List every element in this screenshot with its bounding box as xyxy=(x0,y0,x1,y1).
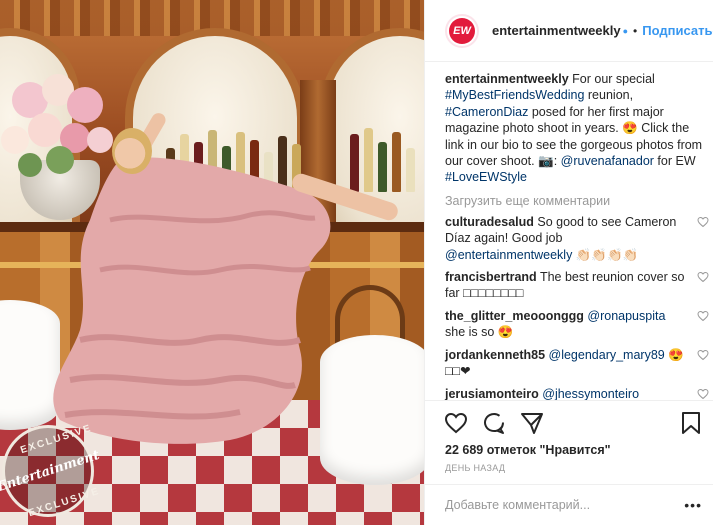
mention-link[interactable]: @entertainmentweekly xyxy=(445,248,572,262)
comment-username[interactable]: jordankenneth85 xyxy=(445,348,545,362)
likes-count[interactable]: 22 689 отметок "Нравится" xyxy=(445,443,611,457)
comment-like-heart-icon[interactable] xyxy=(697,271,709,283)
comments-list[interactable]: entertainmentweekly For our special #MyB… xyxy=(425,62,713,400)
post-caption: entertainmentweekly For our special #MyB… xyxy=(445,71,707,186)
header-separator: • xyxy=(633,23,638,38)
share-icon[interactable] xyxy=(519,410,545,436)
comment-tail: 👏🏻👏🏻👏🏻👏🏻 xyxy=(572,247,639,262)
mention-link[interactable]: @ronapuspita xyxy=(587,309,665,323)
post-actions-bar xyxy=(425,400,713,444)
comment-input[interactable] xyxy=(445,498,685,512)
camera-emoji: 📷 xyxy=(538,154,554,169)
comment-item: francisbertrand The best reunion cover s… xyxy=(445,269,709,302)
follow-button[interactable]: Подписаться xyxy=(642,23,713,38)
comment-item: culturadesalud So good to see Cameron Dí… xyxy=(445,214,709,263)
heart-eyes-emoji: 😍 xyxy=(622,121,638,136)
comment-like-heart-icon[interactable] xyxy=(697,349,709,361)
mention-link[interactable]: @jhessymonteiro xyxy=(542,387,639,401)
comment-like-heart-icon[interactable] xyxy=(697,216,709,228)
hashtag-link[interactable]: #MyBestFriendsWedding xyxy=(445,88,584,102)
mention-link[interactable]: @legendary_mary89 xyxy=(549,348,665,362)
comment-bubble-icon[interactable] xyxy=(481,410,507,436)
caption-text: for EW xyxy=(653,154,696,169)
post-header: EW entertainmentweekly ● • Подписаться xyxy=(425,0,713,62)
caption-text: : xyxy=(553,154,561,169)
comment-item: the_glitter_meooonggg @ronapuspita she i… xyxy=(445,308,709,341)
verified-badge-icon: ● xyxy=(622,25,629,36)
badge-brand-text: Entertainment xyxy=(0,447,102,495)
caption-text: For our special xyxy=(568,72,655,86)
bookmark-icon[interactable] xyxy=(678,410,704,436)
badge-top-text: EXCLUSIVE xyxy=(19,422,94,457)
post-side-panel: EW entertainmentweekly ● • Подписаться e… xyxy=(424,0,713,525)
comment-username[interactable]: the_glitter_meooonggg xyxy=(445,309,584,323)
post-photo[interactable]: EXCLUSIVE Entertainment EXCLUSIVE xyxy=(0,0,424,525)
caption-text: reunion, xyxy=(584,88,634,103)
hashtag-link[interactable]: #LoveEWStyle xyxy=(445,170,527,184)
comment-like-heart-icon[interactable] xyxy=(697,310,709,322)
add-comment-section: ••• xyxy=(425,484,713,525)
comment-tail: she is so 😍 xyxy=(445,325,514,340)
caption-username[interactable]: entertainmentweekly xyxy=(445,72,569,86)
hashtag-link[interactable]: #CameronDiaz xyxy=(445,105,528,119)
like-heart-icon[interactable] xyxy=(443,410,469,436)
load-more-comments-button[interactable]: Загрузить еще комментарии xyxy=(445,194,713,208)
comment-item: jordankenneth85 @legendary_mary89 😍□□❤ xyxy=(445,347,709,380)
exclusive-badge: EXCLUSIVE Entertainment EXCLUSIVE xyxy=(0,422,102,520)
avatar[interactable]: EW xyxy=(445,13,479,48)
photo-person-head xyxy=(112,128,152,174)
comment-username[interactable]: francisbertrand xyxy=(445,270,537,284)
header-username[interactable]: entertainmentweekly xyxy=(492,23,621,38)
comment-like-heart-icon[interactable] xyxy=(697,388,709,400)
post-timestamp[interactable]: ДЕНЬ НАЗАД xyxy=(445,463,505,473)
comment-username[interactable]: culturadesalud xyxy=(445,215,534,229)
mention-link[interactable]: @ruvenafanador xyxy=(561,154,654,168)
comment-item: jerusiamonteiro @jhessymonteiro xyxy=(445,386,709,401)
avatar-logo: EW xyxy=(449,17,475,44)
comment-username[interactable]: jerusiamonteiro xyxy=(445,387,539,401)
more-options-icon[interactable]: ••• xyxy=(684,497,702,513)
